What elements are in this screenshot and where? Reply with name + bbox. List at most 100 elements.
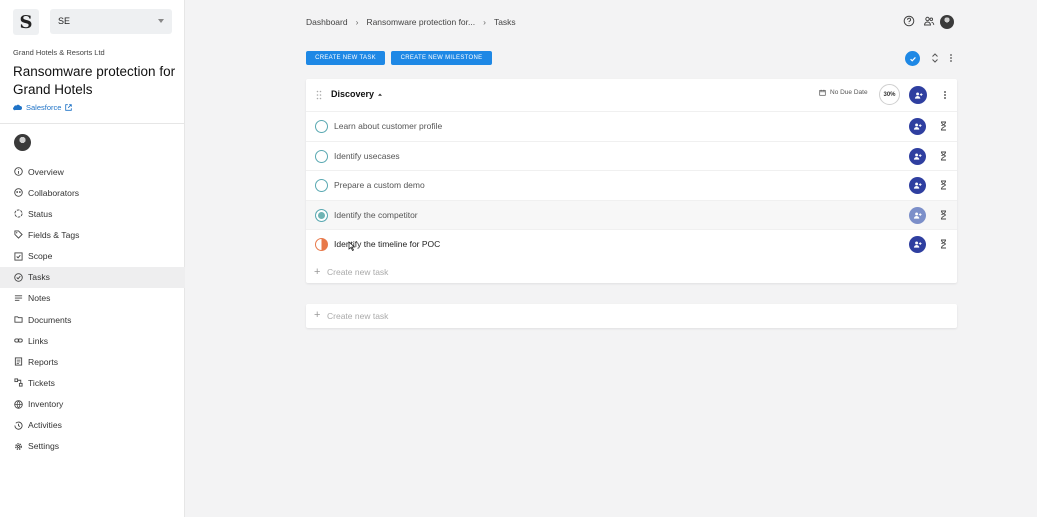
tickets-icon	[14, 378, 23, 388]
breadcrumb-dashboard[interactable]: Dashboard	[306, 17, 348, 27]
more-vert-icon[interactable]	[947, 52, 955, 64]
expand-collapse-icon[interactable]	[930, 52, 940, 64]
sidebar-item-label: Overview	[28, 166, 64, 177]
sidebar-item-activities[interactable]: Activities	[0, 415, 185, 436]
tag-icon	[14, 230, 23, 240]
sidebar-item-label: Activities	[28, 420, 62, 431]
workspace-select-value: SE	[58, 16, 71, 26]
sidebar-item-notes[interactable]: Notes	[0, 288, 185, 309]
hourglass-icon[interactable]	[940, 151, 947, 161]
sidebar-item-label: Status	[28, 208, 53, 219]
app-logo[interactable]: S	[13, 9, 39, 35]
hourglass-icon[interactable]	[940, 210, 947, 220]
check-icon	[909, 56, 916, 62]
more-vert-icon[interactable]	[941, 89, 949, 101]
hourglass-icon[interactable]	[940, 239, 947, 249]
hourglass-icon[interactable]	[940, 121, 947, 131]
collaborators-icon	[14, 188, 23, 197]
sidebar-item-label: Settings	[28, 441, 60, 452]
assign-user-button[interactable]	[909, 118, 926, 135]
sidebar-item-scope[interactable]: Scope	[0, 246, 185, 267]
sidebar-item-tasks[interactable]: Tasks	[0, 266, 185, 288]
assign-user-button[interactable]	[909, 177, 926, 194]
check-all-button[interactable]	[905, 51, 920, 66]
task-row[interactable]: Prepare a custom demo	[306, 170, 957, 200]
help-icon[interactable]	[903, 15, 915, 27]
task-row[interactable]: Identify usecases	[306, 140, 957, 171]
sidebar-item-tickets[interactable]: Tickets	[0, 372, 185, 393]
notes-icon	[14, 294, 23, 303]
sidebar-item-inventory[interactable]: Inventory	[0, 394, 185, 415]
milestone-title[interactable]: Discovery	[331, 89, 383, 99]
task-title[interactable]: Identify the competitor	[334, 210, 418, 220]
external-link-icon	[65, 104, 73, 111]
sidebar-item-label: Tickets	[28, 377, 55, 388]
task-row[interactable]: Identify the competitor	[306, 199, 957, 229]
assign-user-button[interactable]	[909, 206, 926, 224]
globe-icon	[14, 399, 23, 409]
chevron-right-icon: ›	[355, 17, 359, 27]
due-date-label: No Due Date	[830, 89, 868, 96]
assign-user-button[interactable]	[909, 86, 927, 104]
task-title[interactable]: Identify usecases	[334, 151, 400, 161]
sidebar-item-overview[interactable]: Overview	[0, 161, 185, 182]
sidebar-item-fields-tags[interactable]: Fields & Tags	[0, 224, 185, 245]
sidebar-item-label: Documents	[28, 314, 72, 325]
check-circle-icon	[14, 273, 23, 282]
task-status-toggle[interactable]	[315, 179, 328, 192]
folder-icon	[14, 315, 23, 324]
task-status-toggle[interactable]	[315, 120, 328, 133]
task-row[interactable]: Identify the timeline for POC	[306, 229, 957, 259]
add-user-icon	[914, 92, 923, 99]
create-task-standalone[interactable]: + Create new task	[306, 304, 957, 328]
task-row[interactable]: Learn about customer profile	[306, 111, 957, 141]
add-user-icon	[913, 153, 922, 160]
salesforce-cloud-icon	[13, 104, 22, 111]
sidebar-item-label: Links	[28, 335, 49, 346]
sidebar-item-links[interactable]: Links	[0, 330, 185, 351]
status-icon	[14, 209, 23, 218]
history-icon	[14, 421, 23, 430]
create-new-task-button[interactable]: CREATE NEW TASK	[306, 51, 385, 65]
breadcrumb-current: Tasks	[493, 17, 516, 27]
sidebar-item-settings[interactable]: Settings	[0, 436, 185, 457]
assign-user-button[interactable]	[909, 147, 926, 165]
chevron-up-icon	[378, 93, 383, 96]
task-status-toggle[interactable]	[315, 238, 328, 251]
milestone-card: Discovery No Due Date 30% Learn about cu…	[306, 79, 957, 283]
gear-icon	[14, 442, 23, 451]
crm-link[interactable]: Salesforce	[13, 103, 73, 112]
user-avatar[interactable]	[14, 134, 31, 151]
hourglass-icon[interactable]	[940, 180, 947, 190]
add-user-icon	[913, 123, 922, 130]
create-task-row[interactable]: + Create new task	[306, 263, 957, 283]
breadcrumb-project[interactable]: Ransomware protection for...	[366, 17, 475, 27]
sidebar-item-status[interactable]: Status	[0, 203, 185, 224]
assign-user-button[interactable]	[909, 236, 926, 253]
sidebar-item-reports[interactable]: Reports	[0, 351, 185, 372]
create-task-label: Create new task	[327, 311, 389, 321]
task-status-toggle[interactable]	[315, 208, 328, 222]
create-new-milestone-button[interactable]: CREATE NEW MILESTONE	[391, 51, 492, 65]
sidebar-item-label: Collaborators	[28, 187, 80, 198]
task-title[interactable]: Learn about customer profile	[334, 121, 442, 131]
people-icon[interactable]	[923, 15, 935, 27]
task-title[interactable]: Prepare a custom demo	[334, 180, 425, 190]
calendar-icon	[819, 89, 826, 96]
sidebar-item-documents[interactable]: Documents	[0, 309, 185, 330]
milestone-header: Discovery No Due Date 30%	[306, 79, 957, 111]
cursor-icon	[348, 241, 356, 252]
link-icon	[14, 336, 23, 345]
drag-handle-icon[interactable]	[316, 90, 322, 100]
report-icon	[14, 357, 23, 366]
crm-link-label: Salesforce	[26, 103, 62, 112]
plus-icon: +	[314, 309, 321, 321]
checkbox-icon	[14, 252, 23, 261]
due-date[interactable]: No Due Date	[819, 89, 868, 96]
task-status-toggle[interactable]	[315, 149, 328, 163]
sidebar-nav: Overview Collaborators Status Fields & T…	[0, 161, 185, 457]
sidebar-item-collaborators[interactable]: Collaborators	[0, 182, 185, 203]
workspace-select[interactable]: SE	[50, 9, 172, 34]
chevron-down-icon	[158, 19, 164, 23]
header-avatar[interactable]	[940, 15, 954, 29]
